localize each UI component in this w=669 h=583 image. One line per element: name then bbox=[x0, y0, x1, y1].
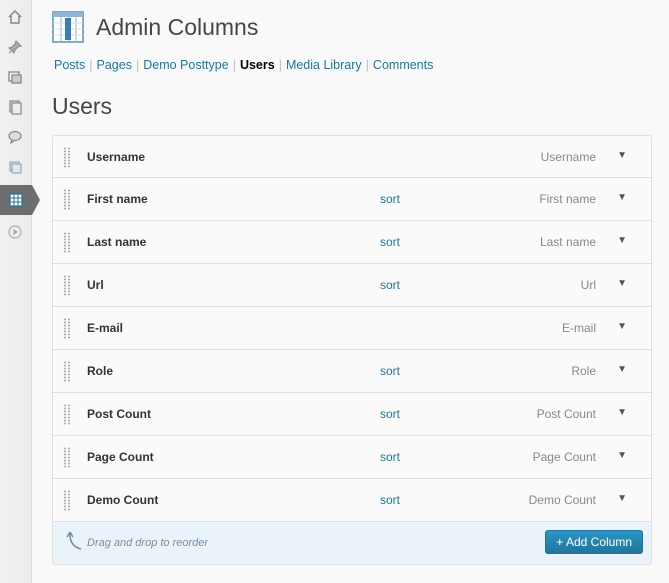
sort-indicator: sort bbox=[380, 278, 401, 292]
add-column-button[interactable]: + Add Column bbox=[545, 530, 643, 554]
subnav-pages[interactable]: Pages bbox=[97, 58, 132, 72]
column-type: Role bbox=[571, 364, 596, 378]
expand-toggle-icon[interactable]: ▼ bbox=[617, 321, 627, 332]
page-title: Admin Columns bbox=[96, 14, 259, 40]
sort-indicator: sort bbox=[380, 235, 401, 249]
column-type: Demo Count bbox=[528, 493, 596, 507]
drag-handle[interactable] bbox=[63, 318, 71, 339]
columns-footer: Drag and drop to reorder + Add Column bbox=[53, 522, 651, 564]
expand-toggle-icon[interactable]: ▼ bbox=[617, 450, 627, 461]
sort-indicator: sort bbox=[380, 493, 401, 507]
drag-handle[interactable] bbox=[63, 275, 71, 296]
expand-toggle-icon[interactable]: ▼ bbox=[617, 235, 627, 246]
column-row[interactable]: Page Count sort Page Count ▼ bbox=[53, 436, 651, 479]
section-title: Users bbox=[52, 93, 113, 119]
expand-toggle-icon[interactable]: ▼ bbox=[617, 364, 627, 375]
column-row[interactable]: First name sort First name ▼ bbox=[53, 178, 651, 221]
column-type: E-mail bbox=[561, 321, 596, 335]
column-row[interactable]: Demo Count sort Demo Count ▼ bbox=[53, 479, 651, 522]
pages-icon[interactable] bbox=[0, 92, 30, 122]
admin-columns-logo-icon bbox=[52, 11, 84, 43]
column-row[interactable]: Last name sort Last name ▼ bbox=[53, 221, 651, 264]
dashboard-icon[interactable] bbox=[0, 2, 30, 32]
drag-hint: Drag and drop to reorder bbox=[87, 537, 209, 549]
column-type: Last name bbox=[539, 235, 596, 249]
sort-indicator: sort bbox=[380, 407, 401, 421]
admin-sidebar bbox=[0, 0, 40, 583]
column-label: Page Count bbox=[87, 450, 154, 464]
expand-toggle-icon[interactable]: ▼ bbox=[617, 493, 627, 504]
column-type: Post Count bbox=[536, 407, 596, 421]
curved-arrow-icon bbox=[66, 531, 82, 550]
columns-list: Username Username ▼ First name sort Firs… bbox=[52, 135, 652, 565]
drag-handle[interactable] bbox=[63, 189, 71, 210]
admin-columns-icon[interactable] bbox=[0, 185, 40, 215]
column-row[interactable]: Username Username ▼ bbox=[53, 136, 651, 178]
subnav-media-library[interactable]: Media Library bbox=[286, 58, 362, 72]
column-label: Last name bbox=[87, 235, 147, 249]
column-type: Url bbox=[580, 278, 596, 292]
media-icon[interactable] bbox=[0, 62, 30, 92]
column-label: Demo Count bbox=[87, 493, 159, 507]
comments-icon[interactable] bbox=[0, 122, 30, 152]
drag-handle[interactable] bbox=[63, 447, 71, 468]
column-type: Page Count bbox=[532, 450, 596, 464]
expand-toggle-icon[interactable]: ▼ bbox=[617, 278, 627, 289]
sort-indicator: sort bbox=[380, 364, 401, 378]
column-label: Url bbox=[87, 278, 104, 292]
column-type: Username bbox=[540, 150, 596, 164]
play-icon[interactable] bbox=[0, 217, 30, 247]
subnav-users[interactable]: Users bbox=[240, 58, 275, 72]
expand-toggle-icon[interactable]: ▼ bbox=[617, 192, 627, 203]
drag-handle[interactable] bbox=[63, 490, 71, 511]
column-row[interactable]: Post Count sort Post Count ▼ bbox=[53, 393, 651, 436]
column-label: E-mail bbox=[87, 321, 124, 335]
expand-toggle-icon[interactable]: ▼ bbox=[617, 150, 627, 161]
column-label: Role bbox=[87, 364, 114, 378]
expand-toggle-icon[interactable]: ▼ bbox=[617, 407, 627, 418]
column-label: First name bbox=[87, 192, 148, 206]
drag-handle[interactable] bbox=[63, 404, 71, 425]
pin-icon[interactable] bbox=[0, 32, 30, 62]
sort-indicator: sort bbox=[380, 192, 401, 206]
column-type: First name bbox=[539, 192, 596, 206]
column-row[interactable]: E-mail E-mail ▼ bbox=[53, 307, 651, 350]
subnav-demo-posttype[interactable]: Demo Posttype bbox=[143, 58, 228, 72]
sort-indicator: sort bbox=[380, 450, 401, 464]
drag-handle[interactable] bbox=[63, 147, 71, 168]
column-label: Post Count bbox=[87, 407, 151, 421]
column-label: Username bbox=[87, 150, 146, 164]
post-type-subnav: Posts | Pages | Demo Posttype | Users | Media Li… bbox=[54, 58, 434, 72]
drag-handle[interactable] bbox=[63, 361, 71, 382]
drag-handle[interactable] bbox=[63, 232, 71, 253]
subnav-comments[interactable]: Comments bbox=[373, 58, 433, 72]
subnav-posts[interactable]: Posts bbox=[54, 58, 85, 72]
column-row[interactable]: Url sort Url ▼ bbox=[53, 264, 651, 307]
plugins-icon[interactable] bbox=[0, 152, 30, 182]
column-row[interactable]: Role sort Role ▼ bbox=[53, 350, 651, 393]
